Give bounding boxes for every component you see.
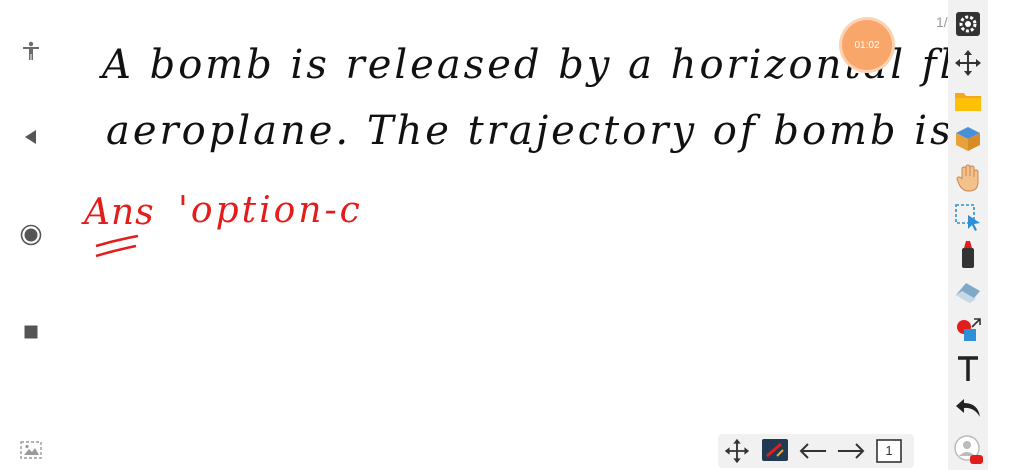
move-arrows-icon[interactable] bbox=[953, 48, 983, 78]
box-icon[interactable] bbox=[953, 124, 983, 154]
previous-page-arrow-icon[interactable] bbox=[798, 437, 828, 465]
text-icon[interactable] bbox=[953, 354, 983, 384]
question-line-2: aeroplane. The trajectory of bomb is bbox=[106, 108, 954, 154]
folder-icon[interactable] bbox=[953, 86, 983, 116]
answer-value: 'option-c bbox=[178, 190, 363, 231]
page-number: 1 bbox=[885, 443, 893, 458]
avatar-icon[interactable] bbox=[953, 434, 983, 464]
back-triangle-icon[interactable] bbox=[18, 124, 44, 150]
right-edge bbox=[988, 0, 1024, 470]
shapes-icon[interactable] bbox=[953, 316, 983, 346]
timer-value: 01:02 bbox=[854, 39, 880, 51]
next-page-arrow-icon[interactable] bbox=[836, 437, 866, 465]
eraser-icon[interactable] bbox=[953, 278, 983, 308]
tool-rail bbox=[948, 0, 988, 470]
settings-gear-icon[interactable] bbox=[953, 9, 983, 39]
accessibility-icon[interactable] bbox=[18, 38, 44, 64]
pan-arrows-icon[interactable] bbox=[722, 437, 752, 465]
bottom-toolbar: 1 bbox=[718, 434, 914, 468]
undo-icon[interactable] bbox=[953, 392, 983, 422]
board-edit-icon[interactable] bbox=[760, 437, 790, 465]
timer-badge[interactable]: 01:02 bbox=[842, 20, 892, 70]
hand-icon[interactable] bbox=[953, 163, 983, 193]
left-navigation-bar bbox=[0, 0, 62, 470]
page-indicator: 1/ bbox=[936, 14, 948, 30]
answer-underline-icon bbox=[95, 234, 139, 258]
home-circle-icon[interactable] bbox=[18, 222, 44, 248]
gallery-icon[interactable] bbox=[18, 437, 44, 463]
selection-icon[interactable] bbox=[953, 202, 983, 232]
page-number-button[interactable]: 1 bbox=[874, 437, 904, 465]
recents-square-icon[interactable] bbox=[18, 319, 44, 345]
answer-label: Ans bbox=[84, 192, 155, 233]
whiteboard-canvas[interactable]: A bomb is released by a horizontal flyin… bbox=[62, 0, 1024, 470]
marker-icon[interactable] bbox=[953, 240, 983, 270]
